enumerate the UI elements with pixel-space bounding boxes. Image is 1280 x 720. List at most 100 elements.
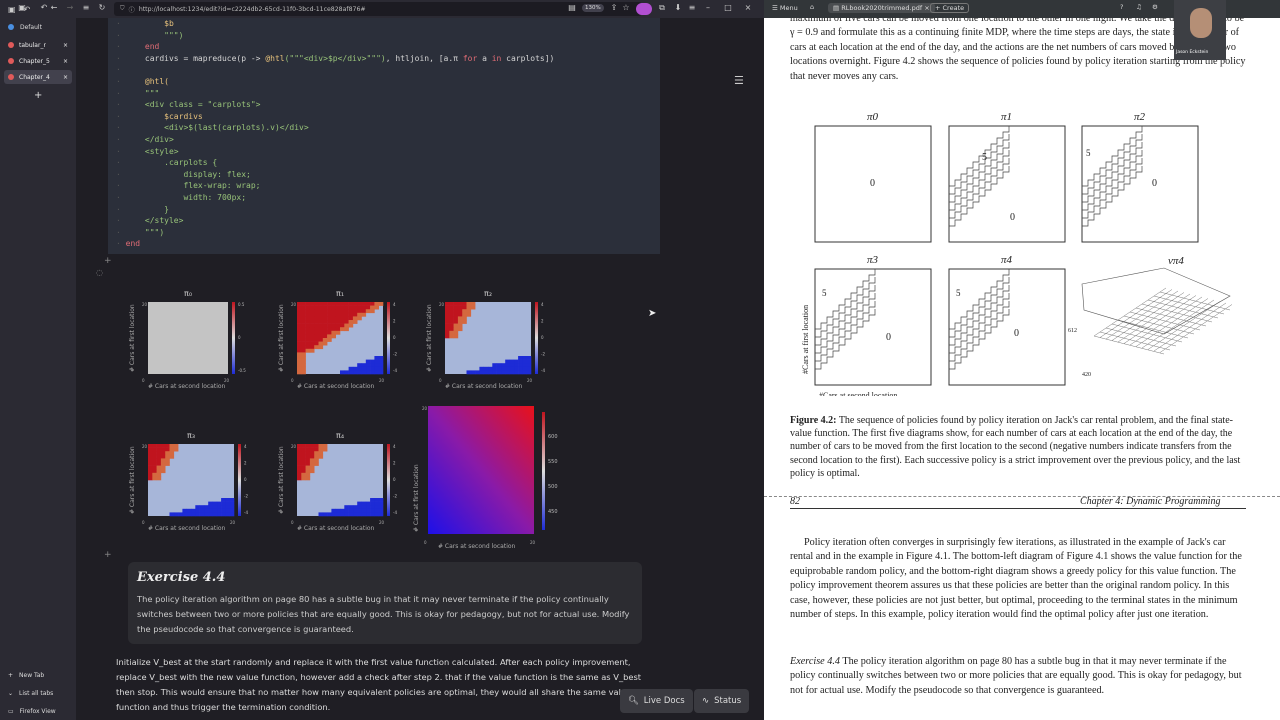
bell-icon[interactable]: ♫ — [1136, 3, 1142, 11]
sidebar-icon[interactable]: ▣ — [16, 3, 28, 12]
minimize-icon[interactable]: – — [702, 3, 714, 12]
menu-button[interactable]: ☰ Menu — [772, 4, 798, 12]
add-cell-icon[interactable]: + — [104, 550, 112, 560]
create-button[interactable]: + Create — [930, 3, 970, 13]
colorbar-tick: 550 — [548, 459, 558, 465]
heat-cell — [357, 370, 362, 375]
heat-cell — [309, 309, 315, 314]
heat-cell — [314, 444, 319, 448]
settings-icon[interactable]: ⚙ — [1152, 3, 1158, 11]
url-bar[interactable]: ⛉ ⓘ http://localhost:1234/edit?id=c2224d… — [114, 2, 642, 16]
tick-label: 0 — [291, 378, 294, 383]
exercise-title: Exercise 4.4 — [137, 570, 226, 585]
x-axis-label: # Cars at second location — [438, 543, 516, 550]
heat-cell — [445, 316, 450, 321]
table-of-contents-icon[interactable]: ☰ — [734, 74, 744, 87]
home-icon[interactable]: ⌂ — [810, 3, 814, 11]
heat-cell — [301, 447, 306, 452]
menu-icon[interactable]: ≡ — [686, 3, 698, 12]
policy-title: π1 — [1001, 111, 1012, 123]
heat-cell — [301, 356, 306, 360]
heat-cell — [309, 458, 315, 463]
help-icon[interactable]: ? — [1120, 3, 1123, 11]
indent-guide: · — [116, 88, 126, 98]
heat-cell — [165, 454, 170, 459]
list-icon[interactable]: ≡ — [80, 3, 92, 12]
heat-cell — [509, 370, 515, 375]
zoom-level[interactable]: 130% — [582, 4, 604, 12]
tick-label: 20 — [439, 302, 445, 307]
heat-cell — [322, 323, 328, 328]
heat-cell — [160, 444, 166, 448]
heat-cell — [526, 366, 532, 371]
colorbar — [535, 302, 538, 374]
heat-cell — [526, 370, 532, 375]
star-icon[interactable]: ☆ — [620, 3, 632, 12]
heat-cell — [370, 366, 375, 371]
heat-cell — [505, 359, 510, 364]
profile-default[interactable]: Default — [0, 18, 76, 36]
heat-cell — [221, 498, 226, 502]
close-icon[interactable]: × — [63, 58, 68, 65]
close-icon[interactable]: × — [63, 42, 68, 49]
heat-cell — [453, 309, 459, 314]
indent-guide: · — [116, 169, 126, 179]
heat-cell — [216, 501, 222, 506]
close-window-icon[interactable]: × — [742, 3, 754, 12]
new-tab-plus-icon[interactable]: + — [34, 90, 76, 101]
heat-cell — [221, 505, 226, 510]
forward-arrow-icon[interactable]: → — [64, 3, 76, 12]
add-cell-icon[interactable]: + — [104, 256, 112, 266]
heat-cell — [365, 505, 371, 510]
new-tab-button[interactable]: + New Tab — [0, 666, 44, 684]
heat-cell — [160, 469, 166, 474]
policy-value-label: 5 — [822, 288, 827, 298]
x-axis-label: # Cars at second location — [148, 383, 226, 390]
reload-icon[interactable]: ↻ — [96, 3, 108, 12]
heat-cell — [301, 323, 306, 328]
heat-cell — [297, 352, 302, 357]
maximize-icon[interactable]: □ — [722, 3, 734, 12]
status-button[interactable]: ∿ Status — [694, 689, 750, 713]
heat-cell — [156, 465, 162, 470]
list-all-tabs-button[interactable]: ⌄ List all tabs — [0, 684, 53, 702]
heat-cell — [225, 512, 230, 517]
sidebar-toggle-icon[interactable]: ▣ — [8, 5, 16, 14]
back-arrow-icon[interactable]: ← — [48, 3, 60, 12]
extensions-icon[interactable]: ⧉ — [656, 3, 668, 13]
heat-cell — [322, 341, 328, 346]
share-icon[interactable]: ⇪ — [608, 3, 620, 12]
live-docs-button[interactable]: 🔍︎ Live Docs — [620, 689, 693, 713]
reader-icon[interactable]: ▤ — [566, 3, 578, 12]
heat-cell — [305, 348, 311, 353]
heat-cell — [335, 302, 341, 306]
download-icon[interactable]: ⬇ — [672, 3, 684, 12]
policy-box — [948, 268, 1066, 386]
heat-cell — [152, 465, 157, 470]
heat-cell — [309, 316, 315, 321]
heat-cell — [297, 451, 302, 456]
heat-cell — [297, 327, 302, 332]
pdf-tab[interactable]: ▤ RLbook2020trimmed.pdf × — [828, 3, 935, 13]
heat-cell — [314, 320, 319, 324]
sidebar-tab-1[interactable]: Chapter_5 × — [4, 54, 72, 68]
eye-hidden-icon[interactable]: ◌ — [96, 268, 103, 277]
firefox-view-button[interactable]: ▭ Firefox View — [0, 702, 56, 720]
heat-cell — [352, 305, 358, 310]
code-cell[interactable]: · $b · """) · end · cardivs = mapreduce(p -… — [108, 18, 660, 254]
exercise-box: Exercise 4.4 The policy iteration algori… — [128, 562, 642, 644]
heat-cell — [314, 312, 319, 317]
heat-cell — [314, 447, 319, 452]
heat-cell — [466, 312, 472, 317]
close-icon[interactable]: × — [63, 74, 68, 81]
policy-value-label: 0 — [1014, 328, 1019, 339]
heat-cell — [365, 512, 371, 517]
heat-cell — [522, 370, 527, 375]
sidebar-tab-0[interactable]: tabular_r × — [4, 38, 72, 52]
heat-cell — [314, 338, 319, 342]
heat-cell — [513, 366, 519, 371]
profile-avatar[interactable] — [636, 3, 652, 15]
heat-cell — [191, 508, 196, 513]
heat-cell — [160, 454, 166, 459]
sidebar-tab-2[interactable]: Chapter_4 × — [4, 70, 72, 84]
